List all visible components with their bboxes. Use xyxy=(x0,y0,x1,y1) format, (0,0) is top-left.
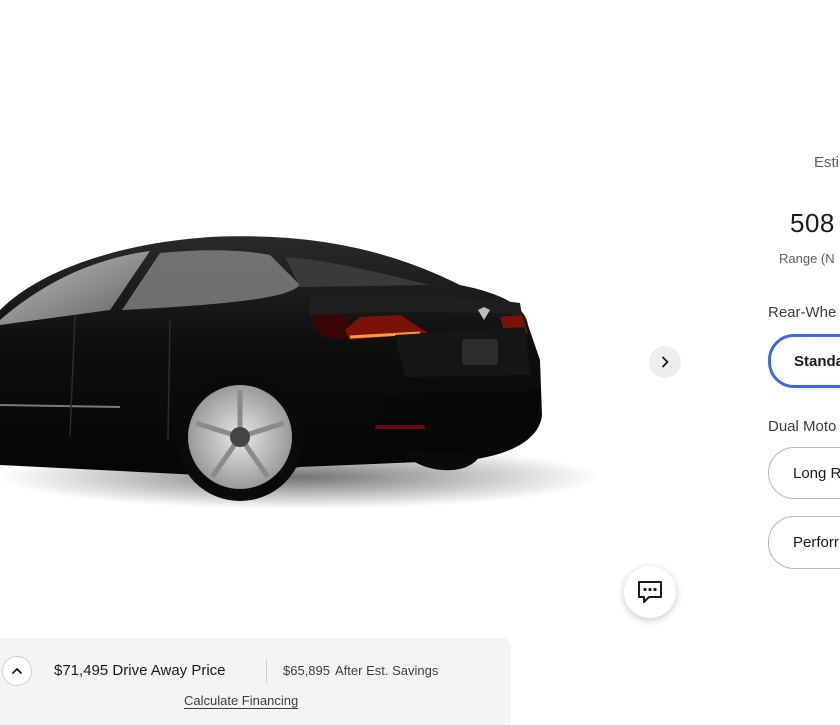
configurator-page: Esti 508 Range (N Rear-Whe Standa Dual M… xyxy=(0,0,840,725)
range-estimate-label: Esti xyxy=(814,154,840,171)
price-summary-bar xyxy=(0,638,511,725)
trim-option-label: Perforr xyxy=(793,534,839,551)
chat-button[interactable] xyxy=(624,566,676,618)
car-image xyxy=(0,215,600,515)
trim-option-standard[interactable]: Standa xyxy=(768,334,840,388)
trim-option-label: Long R xyxy=(793,464,840,482)
expand-price-button[interactable] xyxy=(2,656,32,686)
trim-option-performance[interactable]: Perforr xyxy=(768,516,840,569)
savings-amount: $65,895 xyxy=(283,663,330,678)
trim-option-long-range[interactable]: Long R xyxy=(768,447,840,499)
range-caption: Range (N xyxy=(779,251,835,266)
drive-away-price: $71,495 Drive Away Price xyxy=(54,662,226,679)
next-image-button[interactable] xyxy=(649,346,681,378)
price-amount: $71,495 xyxy=(54,662,109,679)
trim-option-label: Standa xyxy=(794,352,840,370)
price-label: Drive Away Price xyxy=(112,662,226,679)
savings-label: After Est. Savings xyxy=(335,663,439,678)
chevron-right-icon xyxy=(662,356,669,368)
calculate-financing-link[interactable]: Calculate Financing xyxy=(184,693,298,708)
savings-price: $65,895 After Est. Savings xyxy=(283,663,438,678)
rear-wheel-drive-title: Rear-Whe xyxy=(768,304,837,321)
range-value: 508 xyxy=(790,208,835,238)
chat-bubble-icon xyxy=(638,581,662,603)
price-divider xyxy=(266,659,267,683)
chevron-up-icon xyxy=(12,668,22,674)
dual-motor-title: Dual Moto xyxy=(768,418,837,435)
